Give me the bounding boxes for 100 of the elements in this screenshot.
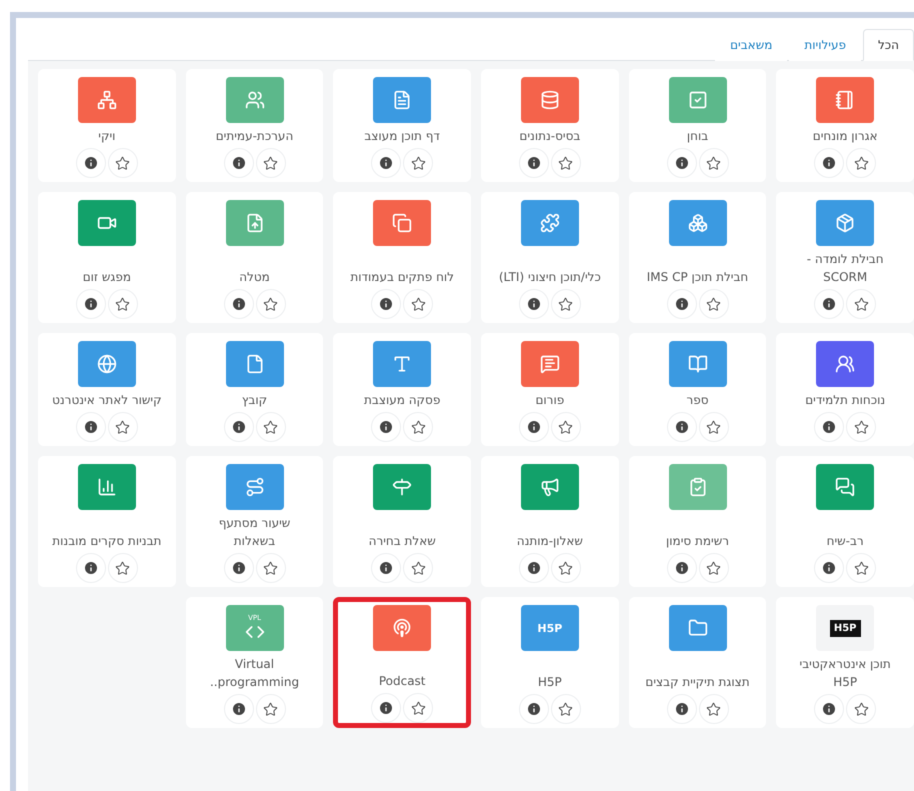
star-icon: [854, 702, 869, 716]
file-icon: [244, 354, 265, 374]
activity-card[interactable]: קישור לאתר אינטרנט: [38, 333, 176, 446]
star-button[interactable]: [256, 289, 286, 319]
star-button[interactable]: [846, 148, 876, 178]
document-icon: [392, 90, 412, 110]
star-button[interactable]: [698, 148, 729, 178]
info-button[interactable]: [666, 289, 697, 319]
activity-card[interactable]: מטלה: [186, 192, 324, 323]
star-button[interactable]: [550, 412, 581, 442]
tab[interactable]: הכל: [862, 29, 914, 61]
info-button[interactable]: [224, 694, 254, 724]
star-button[interactable]: [403, 148, 434, 178]
star-button[interactable]: [846, 412, 876, 442]
info-button[interactable]: [371, 148, 402, 178]
info-button[interactable]: [76, 148, 106, 178]
star-button[interactable]: [256, 694, 286, 724]
info-button[interactable]: [76, 289, 106, 319]
star-button[interactable]: [550, 694, 581, 724]
info-icon: [821, 419, 838, 435]
info-button[interactable]: [76, 553, 106, 583]
activity-card[interactable]: דף תוכן מעוצב: [333, 69, 471, 182]
star-button[interactable]: [403, 412, 434, 442]
activity-card[interactable]: הערכת-עמיתים: [186, 69, 324, 182]
activity-card[interactable]: רשימת סימון: [628, 456, 766, 587]
activity-card[interactable]: חבילת לומדה - SCORM: [776, 192, 914, 323]
activity-card[interactable]: H5P H5P: [481, 597, 619, 728]
info-button[interactable]: [371, 693, 402, 723]
star-button[interactable]: [550, 148, 581, 178]
activity-card[interactable]: פורום: [481, 333, 619, 446]
info-button[interactable]: [518, 694, 549, 724]
star-button[interactable]: [256, 148, 286, 178]
activity-card[interactable]: קובץ: [186, 333, 324, 446]
activity-card[interactable]: חבילת תוכן IMS CP: [628, 192, 766, 323]
activity-card[interactable]: רב-שיח: [776, 456, 914, 587]
star-button[interactable]: [403, 693, 434, 723]
activity-card[interactable]: Podcast: [333, 597, 471, 728]
star-button[interactable]: [108, 412, 138, 442]
activity-card[interactable]: ויקי: [38, 69, 176, 182]
star-button[interactable]: [403, 553, 434, 583]
info-button[interactable]: [224, 148, 254, 178]
star-button[interactable]: [846, 289, 876, 319]
activity-card[interactable]: פסקה מעוצבת: [333, 333, 471, 446]
activity-card[interactable]: תבניות סקרים מובנות: [38, 456, 176, 587]
star-icon: [706, 420, 722, 434]
info-button[interactable]: [518, 148, 549, 178]
info-button[interactable]: [371, 289, 402, 319]
info-button[interactable]: [224, 412, 254, 442]
info-button[interactable]: [371, 553, 402, 583]
info-button[interactable]: [814, 289, 844, 319]
info-button[interactable]: [814, 553, 844, 583]
info-button[interactable]: [814, 694, 844, 724]
star-button[interactable]: [108, 148, 138, 178]
activity-card[interactable]: שאלון-מותנה: [481, 456, 619, 587]
activity-card[interactable]: מפגש זום: [38, 192, 176, 323]
star-button[interactable]: [108, 289, 138, 319]
activity-card[interactable]: שיעור מסתעף בשאלות: [186, 456, 324, 587]
activity-card[interactable]: נוכחות תלמידים: [776, 333, 914, 446]
activity-name: כלי/תוכן חיצוני (LTI): [498, 269, 601, 286]
star-button[interactable]: [698, 289, 729, 319]
info-button[interactable]: [224, 289, 254, 319]
activity-card[interactable]: שאלת בחירה: [333, 456, 471, 587]
info-button[interactable]: [224, 553, 254, 583]
info-button[interactable]: [518, 289, 549, 319]
info-icon: [674, 155, 690, 171]
star-button[interactable]: [846, 553, 876, 583]
info-button[interactable]: [666, 148, 697, 178]
info-button[interactable]: [814, 412, 844, 442]
star-button[interactable]: [698, 553, 729, 583]
info-button[interactable]: [814, 148, 844, 178]
activity-card[interactable]: בסיס-נתונים: [481, 69, 619, 182]
star-button[interactable]: [256, 412, 286, 442]
star-button[interactable]: [550, 289, 581, 319]
activity-card[interactable]: בוחן: [628, 69, 766, 182]
star-button[interactable]: [403, 289, 434, 319]
activity-card[interactable]: כלי/תוכן חיצוני (LTI): [481, 192, 619, 323]
info-icon: [82, 419, 99, 435]
activity-card[interactable]: לוח פתקים בעמודות: [333, 192, 471, 323]
star-button[interactable]: [550, 553, 581, 583]
info-button[interactable]: [666, 694, 697, 724]
activity-card[interactable]: אגרון מונחים: [776, 69, 914, 182]
activity-name: ספר: [686, 392, 709, 409]
star-button[interactable]: [108, 553, 138, 583]
info-button[interactable]: [518, 412, 549, 442]
star-button[interactable]: [698, 694, 729, 724]
star-icon: [558, 296, 574, 312]
star-icon: [558, 702, 574, 716]
activity-card[interactable]: תצוגת תיקיית קבצים: [628, 597, 766, 728]
star-button[interactable]: [256, 553, 286, 583]
star-icon: [115, 156, 130, 170]
info-button[interactable]: [371, 412, 402, 442]
activity-name: חבילת לומדה - SCORM: [806, 251, 885, 286]
info-button[interactable]: [76, 412, 106, 442]
star-button[interactable]: [698, 412, 729, 442]
info-button[interactable]: [666, 412, 697, 442]
info-button[interactable]: [666, 553, 697, 583]
activity-name: רב-שיח: [826, 533, 864, 550]
star-button[interactable]: [846, 694, 876, 724]
activity-card[interactable]: ספר: [628, 333, 766, 446]
info-button[interactable]: [518, 553, 549, 583]
